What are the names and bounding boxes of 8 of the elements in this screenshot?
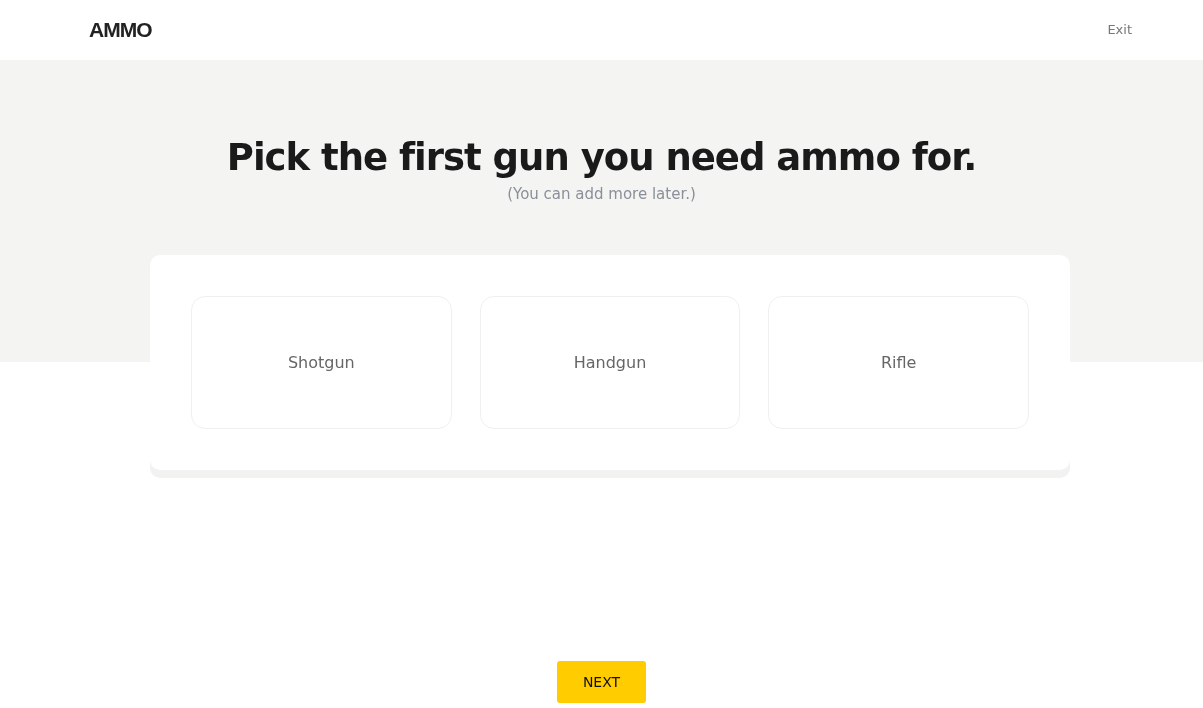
page-title: Pick the first gun you need ammo for. xyxy=(226,135,977,181)
subtitle: (You can add more later.) xyxy=(507,184,696,205)
option-card[interactable]: Shotgun xyxy=(191,296,452,429)
logo[interactable]: AMMO xyxy=(89,14,152,46)
exit-link[interactable]: Exit xyxy=(1107,20,1132,40)
option-card[interactable]: Rifle xyxy=(768,296,1029,429)
option-card[interactable]: Handgun xyxy=(479,296,741,429)
next-button[interactable]: NEXT xyxy=(557,661,646,703)
